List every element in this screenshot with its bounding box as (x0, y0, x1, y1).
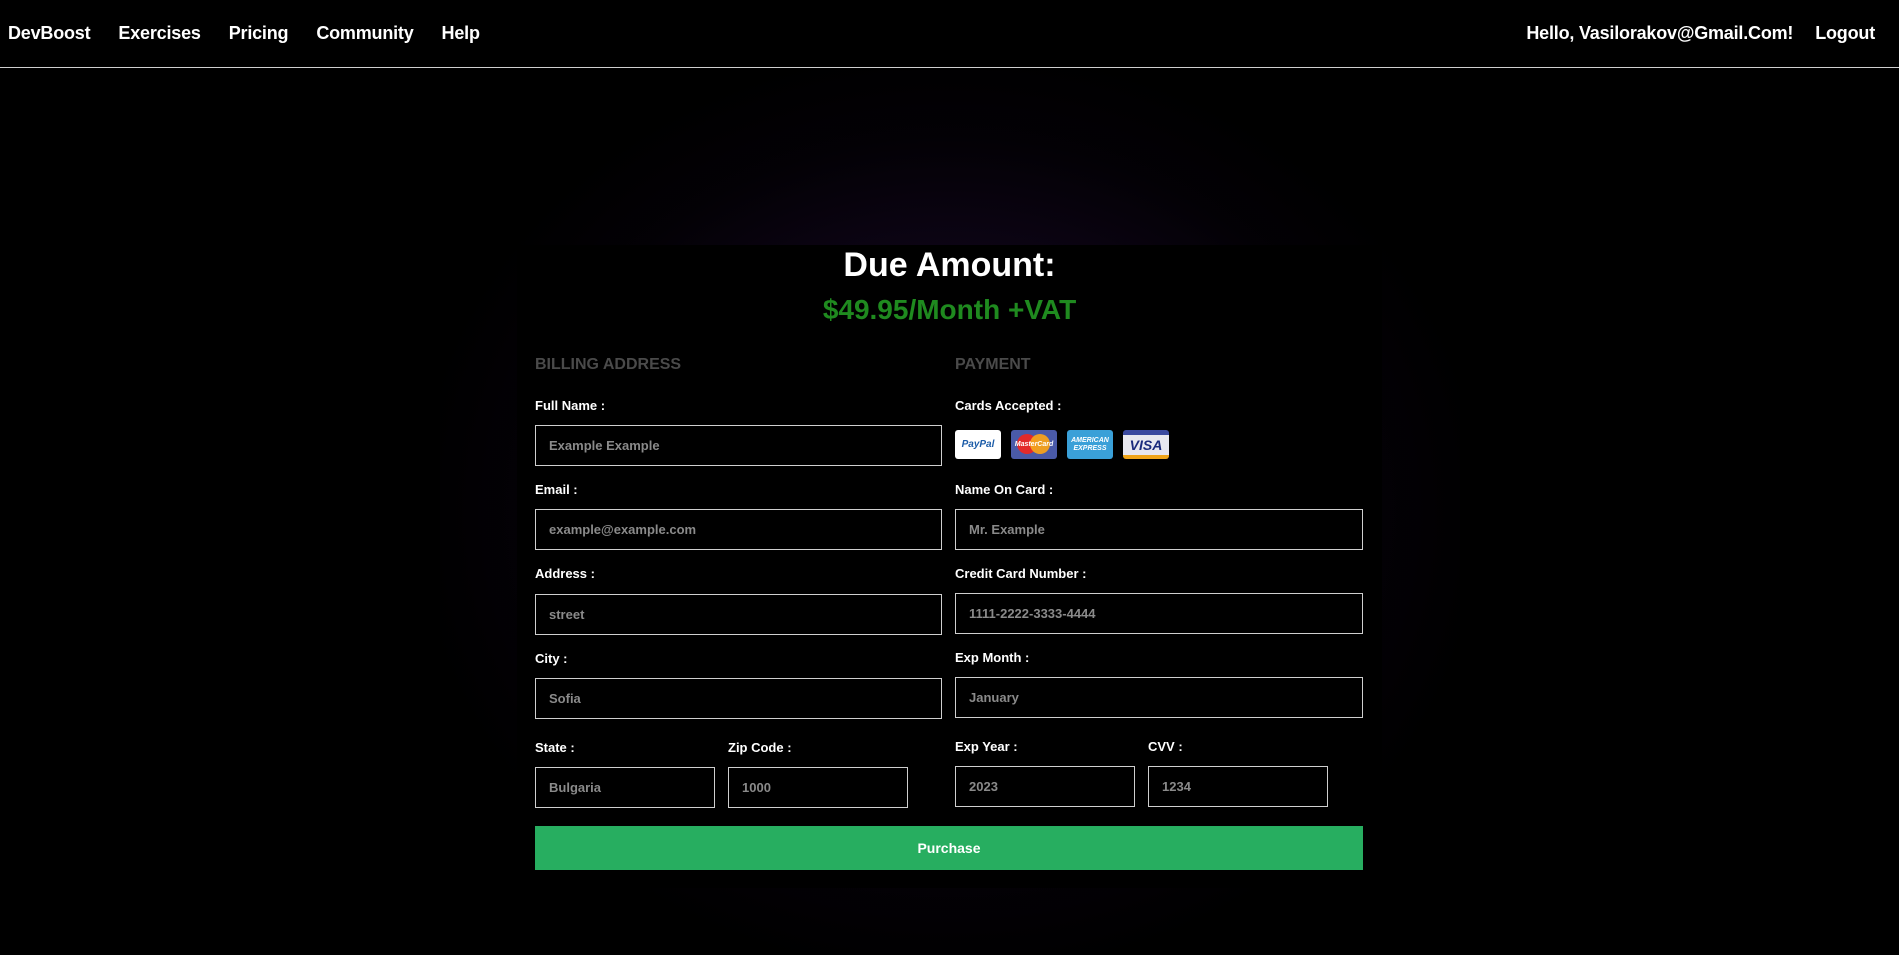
nav-link-exercises[interactable]: Exercises (118, 23, 200, 44)
email-input[interactable] (535, 509, 942, 550)
email-label: Email : (535, 482, 578, 497)
payment-section-title: PAYMENT (955, 356, 1031, 373)
exp-month-input[interactable] (955, 677, 1363, 718)
purchase-button[interactable]: Purchase (535, 826, 1363, 870)
city-input[interactable] (535, 678, 942, 719)
cvv-label: CVV : (1148, 739, 1183, 754)
zip-code-input[interactable] (728, 767, 908, 808)
exp-year-input[interactable] (955, 766, 1135, 807)
cvv-input[interactable] (1148, 766, 1328, 807)
accepted-cards: PayPal MasterCard AMERICAN EXPRESS VISA (955, 430, 1179, 459)
mastercard-text: MasterCard (1014, 441, 1054, 448)
paypal-icon: PayPal (955, 430, 1001, 459)
exp-month-label: Exp Month : (955, 650, 1030, 665)
full-name-input[interactable] (535, 425, 942, 466)
address-label: Address : (535, 566, 595, 581)
full-name-label: Full Name : (535, 398, 606, 413)
name-on-card-label: Name On Card : (955, 482, 1054, 497)
exp-year-label: Exp Year : (955, 739, 1018, 754)
brand-link[interactable]: DevBoost (8, 23, 91, 44)
amex-icon: AMERICAN EXPRESS (1067, 430, 1113, 459)
city-label: City : (535, 651, 568, 666)
zip-code-label: Zip Code : (728, 740, 792, 755)
state-label: State : (535, 740, 575, 755)
nav-link-pricing[interactable]: Pricing (229, 23, 289, 44)
name-on-card-input[interactable] (955, 509, 1363, 550)
nav-link-help[interactable]: Help (442, 23, 480, 44)
nav-link-community[interactable]: Community (316, 23, 413, 44)
visa-icon: VISA (1123, 430, 1169, 459)
state-input[interactable] (535, 767, 715, 808)
user-greeting: Hello, Vasilorakov@Gmail.Com! (1526, 23, 1794, 43)
navbar: DevBoost Exercises Pricing Community Hel… (0, 0, 1899, 68)
billing-section-title: BILLING ADDRESS (535, 356, 682, 373)
due-amount-value: $49.95/Month +VAT (822, 294, 1077, 325)
due-amount-title: Due Amount: (843, 246, 1056, 284)
address-input[interactable] (535, 594, 942, 635)
logout-link[interactable]: Logout (1815, 23, 1875, 44)
nav-right: Hello, Vasilorakov@Gmail.Com! Logout (1526, 0, 1875, 67)
card-number-label: Credit Card Number : (955, 566, 1087, 581)
mastercard-icon: MasterCard (1011, 430, 1057, 459)
card-number-input[interactable] (955, 593, 1363, 634)
nav-left: DevBoost Exercises Pricing Community Hel… (8, 0, 508, 67)
cards-accepted-label: Cards Accepted : (955, 398, 1062, 413)
